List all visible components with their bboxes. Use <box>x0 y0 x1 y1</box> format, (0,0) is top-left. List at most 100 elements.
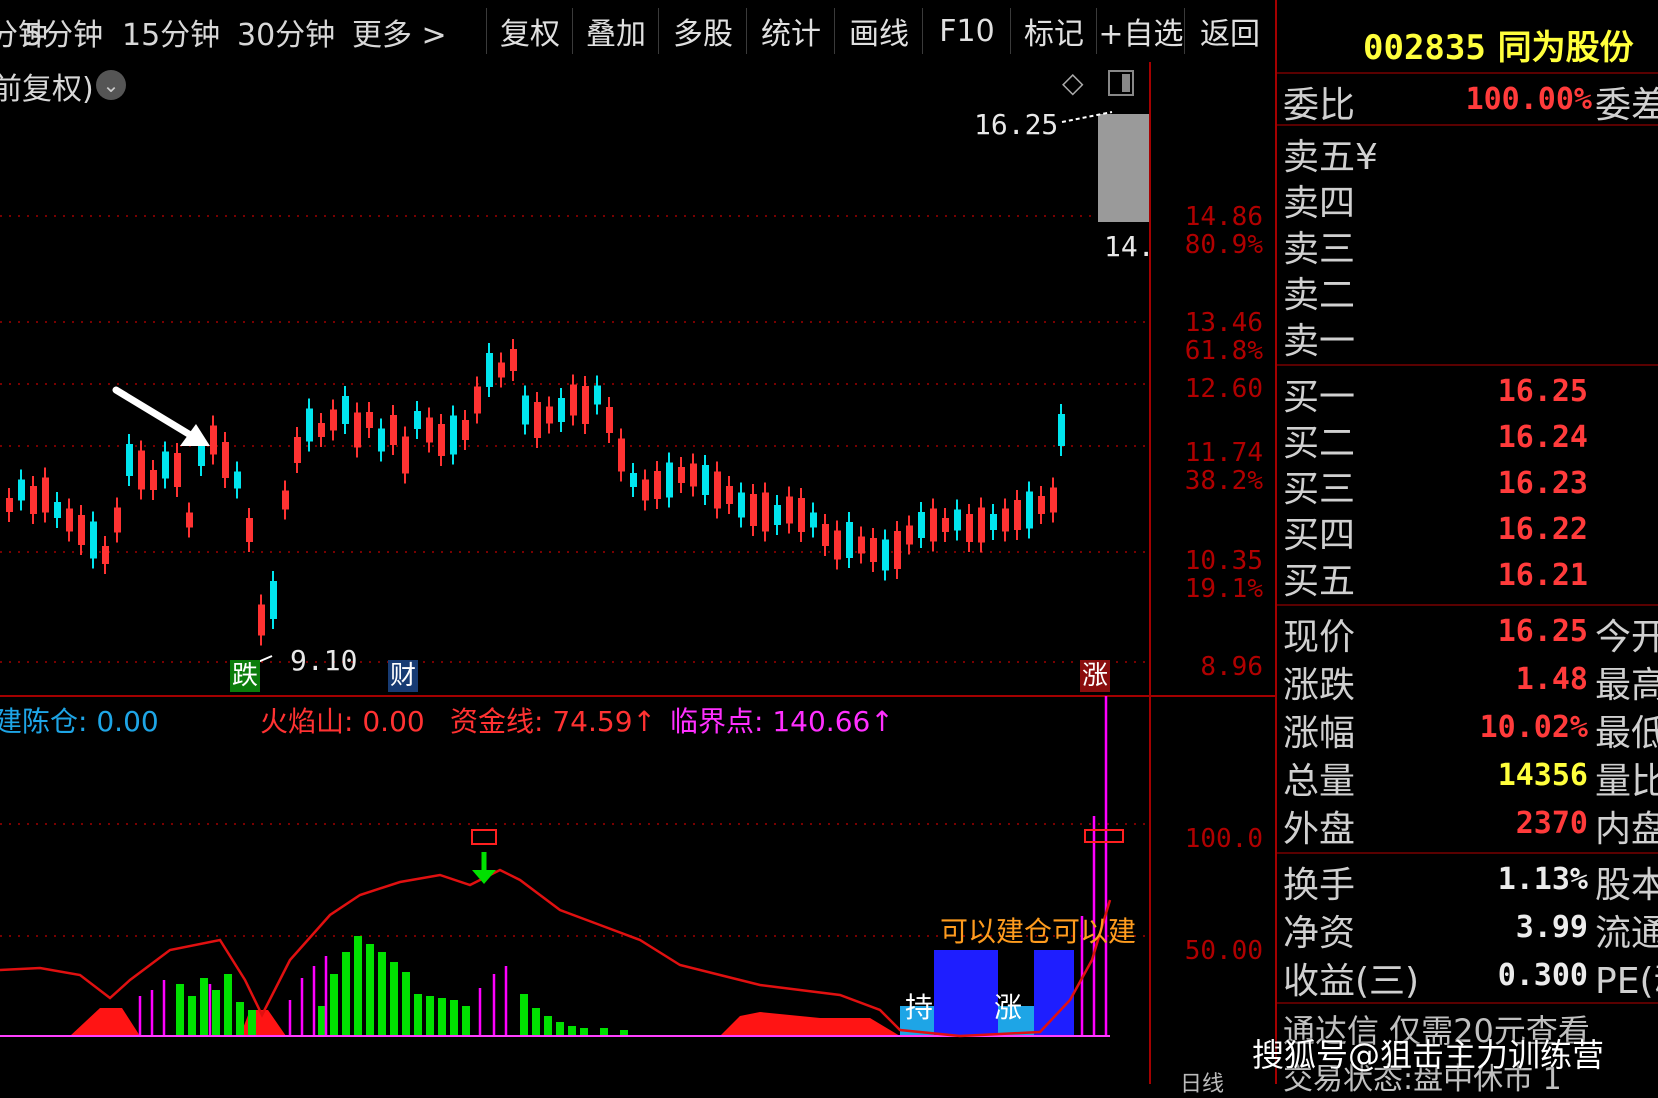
stat-row-outer: 外盘 2370 内盘 <box>1277 800 1658 850</box>
period-30min[interactable]: 30分钟 <box>237 10 335 54</box>
volume-bar <box>450 1000 458 1036</box>
candle-up <box>78 515 85 545</box>
stat-value: 14356 <box>1497 758 1588 793</box>
buy-level-4[interactable]: 买四 16.22 <box>1277 506 1658 556</box>
buy-level-2[interactable]: 买二 16.24 <box>1277 414 1658 464</box>
candle-down <box>702 465 709 495</box>
candle-up <box>654 471 661 499</box>
stat-label2: 今开 <box>1595 617 1658 658</box>
volume-bar <box>378 952 386 1036</box>
stat2-value: 3.99 <box>1515 910 1588 945</box>
buy-level-3[interactable]: 买三 16.23 <box>1277 460 1658 510</box>
candle-up <box>246 518 253 542</box>
volume-bar <box>462 1006 470 1036</box>
buy-signal-text: 可以建仓可以建 <box>940 915 1137 948</box>
buy3-label: 买三 <box>1283 469 1356 510</box>
more-label: 更多 <box>352 18 412 53</box>
sell-level-1[interactable]: 卖一 <box>1277 312 1658 362</box>
volume-bar <box>366 944 374 1036</box>
add-watchlist-button[interactable]: +自选 <box>1096 8 1185 54</box>
fall-marker-badge[interactable]: 跌 <box>230 660 260 692</box>
stat-label: 现价 <box>1283 617 1356 658</box>
price-range-bar <box>1098 114 1149 222</box>
volume-bar <box>354 936 362 1036</box>
candle-up <box>42 477 49 513</box>
sell-level-5[interactable]: 卖五¥ <box>1277 128 1658 178</box>
candle-up <box>690 463 697 487</box>
volume-bar <box>236 1002 244 1036</box>
rise-marker-badge[interactable]: 涨 <box>1080 660 1110 692</box>
candle-up <box>6 498 13 512</box>
quote-panel: 002835 同为股份 委比 100.00% 委差 卖五¥ 卖四 卖三 卖二 卖… <box>1277 0 1658 1097</box>
candle-up <box>114 507 121 533</box>
candle-down <box>630 473 637 487</box>
candle-down <box>774 505 781 525</box>
period-more[interactable]: 更多 > <box>352 10 447 54</box>
stat-label: 外盘 <box>1283 809 1356 850</box>
candle-up <box>354 412 361 448</box>
indicator-huoyanshan: 火焰山: 0.00 <box>260 705 425 738</box>
candle-up <box>1050 487 1057 513</box>
candle-up <box>906 525 913 545</box>
finance-marker-badge[interactable]: 财 <box>388 660 418 692</box>
candle-up <box>858 536 865 554</box>
period-5min[interactable]: 5分钟 <box>24 10 103 54</box>
candle-up <box>546 406 553 424</box>
back-button[interactable]: 返回 <box>1184 8 1276 54</box>
statistics-button[interactable]: 统计 <box>746 8 835 54</box>
candle-up <box>210 425 217 455</box>
buy4-price: 16.22 <box>1497 512 1588 547</box>
indicator-pane <box>0 696 1112 1038</box>
weibi-row: 委比 100.00% 委差 <box>1277 76 1658 126</box>
candle-up <box>282 490 289 510</box>
stat2-row-eps: 收益(三) 0.300PE(动 <box>1277 952 1658 1002</box>
candle-up <box>1038 496 1045 514</box>
hold-signal-text: 持 <box>905 991 934 1024</box>
sell5-label: 卖五¥ <box>1283 137 1378 178</box>
f10-button[interactable]: F10 <box>922 8 1011 54</box>
sell-level-4[interactable]: 卖四 <box>1277 174 1658 224</box>
volume-bar <box>414 994 422 1036</box>
buy4-label: 买四 <box>1283 515 1356 556</box>
sell-level-3[interactable]: 卖三 <box>1277 220 1658 270</box>
stat-value: 1.48 <box>1515 662 1588 697</box>
stat-row-change: 涨跌 1.48 最高 <box>1277 656 1658 706</box>
period-15min[interactable]: 15分钟 <box>122 10 220 54</box>
candle-up <box>750 494 757 526</box>
candle-down <box>486 353 493 387</box>
buy-level-1[interactable]: 买一 16.25 <box>1277 368 1658 418</box>
stat-value: 2370 <box>1515 806 1588 841</box>
candle-down <box>1026 491 1033 529</box>
overlay-button[interactable]: 叠加 <box>572 8 659 54</box>
candle-up <box>762 492 769 532</box>
mark-button[interactable]: 标记 <box>1010 8 1097 54</box>
buy1-label: 买一 <box>1283 377 1356 418</box>
signal-block <box>934 950 998 1036</box>
buy2-price: 16.24 <box>1497 420 1588 455</box>
volume-bar <box>568 1026 576 1036</box>
volume-bar <box>224 974 232 1036</box>
stock-title: 002835 同为股份 <box>1363 20 1634 69</box>
candle-down <box>54 502 61 518</box>
high-price-label: 16.25 <box>974 108 1059 141</box>
draw-line-button[interactable]: 画线 <box>834 8 923 54</box>
candle-down <box>594 385 601 405</box>
buy1-price: 16.25 <box>1497 374 1588 409</box>
candle-down <box>90 521 97 559</box>
buy-level-5[interactable]: 买五 16.21 <box>1277 552 1658 602</box>
candle-up <box>138 450 145 490</box>
candle-down <box>810 512 817 528</box>
price-axis-label: 11.74 <box>1184 438 1263 468</box>
sell4-label: 卖四 <box>1283 183 1356 224</box>
candle-up <box>978 507 985 543</box>
multi-stock-button[interactable]: 多股 <box>658 8 747 54</box>
candle-up <box>606 407 613 433</box>
candle-up <box>30 486 37 514</box>
candle-down <box>1058 414 1065 446</box>
sell1-label: 卖一 <box>1283 321 1356 362</box>
fuquan-button[interactable]: 复权 <box>486 8 573 54</box>
sell-level-2[interactable]: 卖二 <box>1277 266 1658 316</box>
stat2-row-netasset: 净资 3.99 流通 <box>1277 904 1658 954</box>
volume-bar <box>342 952 350 1036</box>
volume-bar <box>580 1028 588 1036</box>
